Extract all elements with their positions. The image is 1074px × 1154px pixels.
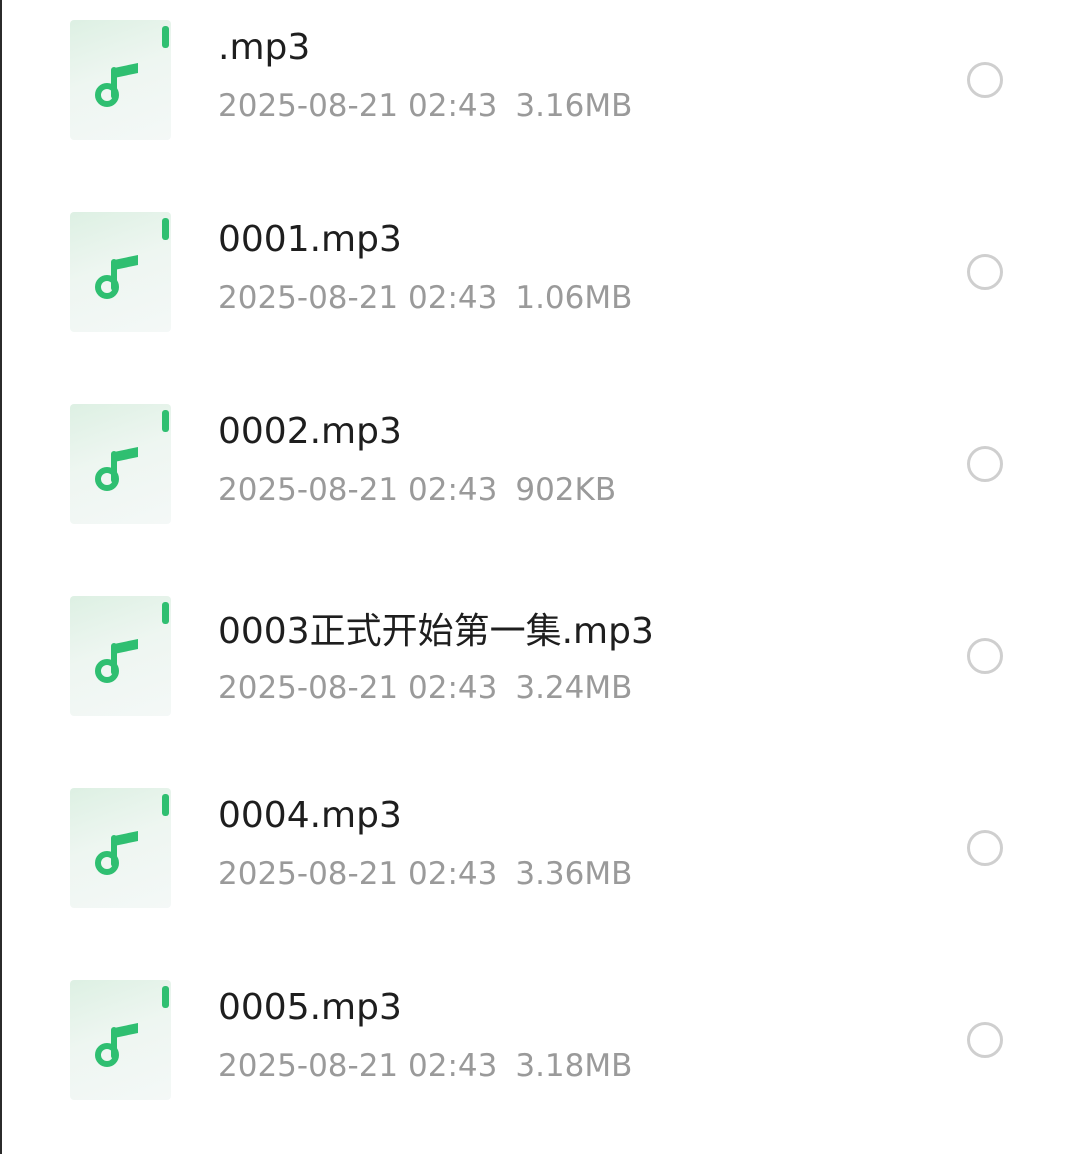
file-size: 3.16MB <box>515 88 633 124</box>
file-size: 1.06MB <box>515 280 633 316</box>
file-date: 2025-08-21 02:43 <box>218 1048 498 1084</box>
file-name: 0004.mp3 <box>218 795 402 836</box>
file-row[interactable]: 0004.mp3 2025-08-21 02:43 3.36MB <box>0 768 1074 960</box>
file-corner-tab <box>162 218 169 240</box>
file-size: 3.36MB <box>515 856 633 892</box>
file-row[interactable]: .mp3 2025-08-21 02:43 3.16MB <box>0 0 1074 192</box>
music-file-icon <box>70 788 171 908</box>
music-file-icon <box>70 212 171 332</box>
music-file-icon <box>70 404 171 524</box>
file-meta: 2025-08-21 02:43 3.36MB <box>218 854 632 894</box>
file-row[interactable]: 0003正式开始第一集.mp3 2025-08-21 02:43 3.24MB <box>0 576 1074 768</box>
file-date: 2025-08-21 02:43 <box>218 472 498 508</box>
file-corner-tab <box>162 794 169 816</box>
file-name: .mp3 <box>218 27 311 68</box>
file-size: 3.18MB <box>515 1048 633 1084</box>
file-list: .mp3 2025-08-21 02:43 3.16MB 0001.mp3 202… <box>0 0 1074 1154</box>
music-note-icon <box>95 639 138 683</box>
music-file-icon <box>70 596 171 716</box>
file-name: 0005.mp3 <box>218 987 402 1028</box>
file-date: 2025-08-21 02:43 <box>218 856 498 892</box>
file-meta: 2025-08-21 02:43 902KB <box>218 470 616 510</box>
file-name: 0001.mp3 <box>218 219 402 260</box>
music-note-icon <box>95 1023 138 1067</box>
music-file-icon <box>70 20 171 140</box>
file-date: 2025-08-21 02:43 <box>218 670 498 706</box>
file-corner-tab <box>162 986 169 1008</box>
select-radio[interactable] <box>967 1022 1003 1058</box>
file-corner-tab <box>162 602 169 624</box>
select-radio[interactable] <box>967 830 1003 866</box>
file-meta: 2025-08-21 02:43 1.06MB <box>218 278 632 318</box>
music-note-icon <box>95 63 138 107</box>
music-note-icon <box>95 831 138 875</box>
file-row[interactable]: 0001.mp3 2025-08-21 02:43 1.06MB <box>0 192 1074 384</box>
file-size: 902KB <box>515 472 617 508</box>
select-radio[interactable] <box>967 254 1003 290</box>
file-row[interactable]: 0002.mp3 2025-08-21 02:43 902KB <box>0 384 1074 576</box>
music-file-icon <box>70 980 171 1100</box>
file-date: 2025-08-21 02:43 <box>218 88 498 124</box>
select-radio[interactable] <box>967 446 1003 482</box>
music-note-icon <box>95 255 138 299</box>
file-corner-tab <box>162 410 169 432</box>
music-note-icon <box>95 447 138 491</box>
file-meta: 2025-08-21 02:43 3.18MB <box>218 1046 632 1086</box>
file-corner-tab <box>162 26 169 48</box>
file-row[interactable]: 0005.mp3 2025-08-21 02:43 3.18MB <box>0 960 1074 1152</box>
file-name: 0002.mp3 <box>218 411 402 452</box>
file-size: 3.24MB <box>515 670 633 706</box>
select-radio[interactable] <box>967 62 1003 98</box>
file-name: 0003正式开始第一集.mp3 <box>218 611 654 652</box>
file-meta: 2025-08-21 02:43 3.16MB <box>218 86 632 126</box>
file-meta: 2025-08-21 02:43 3.24MB <box>218 668 632 708</box>
file-date: 2025-08-21 02:43 <box>218 280 498 316</box>
select-radio[interactable] <box>967 638 1003 674</box>
